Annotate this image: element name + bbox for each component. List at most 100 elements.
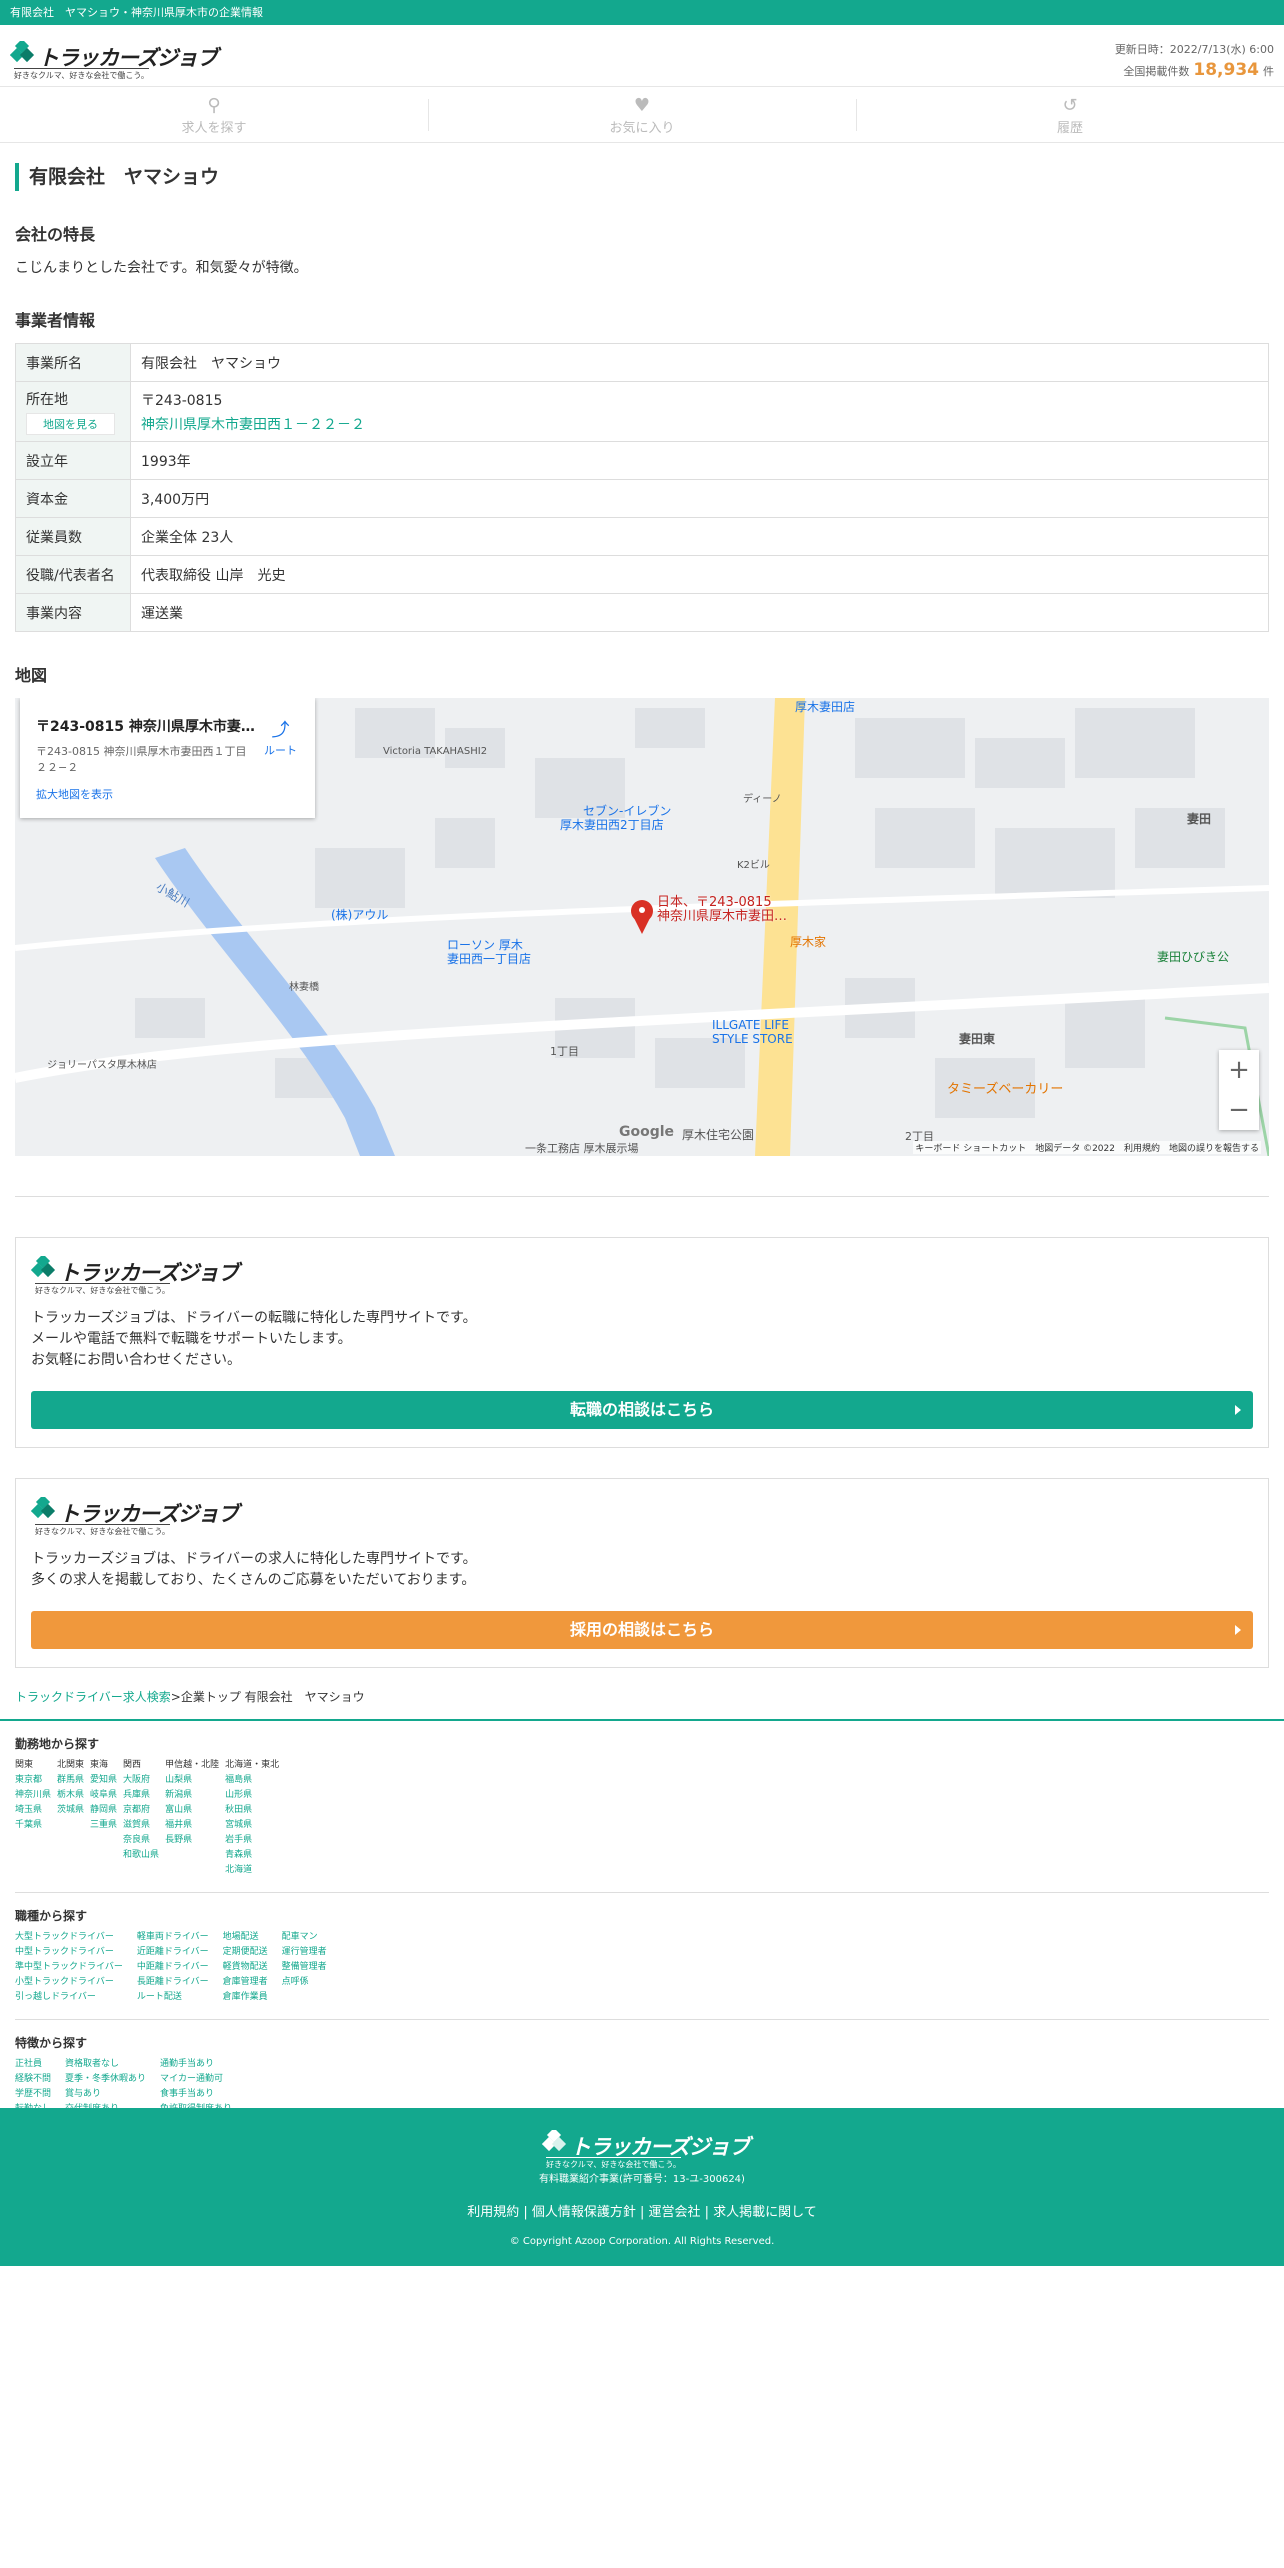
- breadcrumb: トラックドライバー求人検索>企業トップ 有限会社 ヤマショウ: [15, 1688, 1269, 1705]
- jobtype-link[interactable]: 中型トラックドライバー: [15, 1945, 123, 1960]
- feature-link[interactable]: 学歴不問: [15, 2087, 51, 2102]
- row-label: 設立年: [15, 441, 131, 480]
- area-link[interactable]: 和歌山県: [123, 1848, 159, 1863]
- enlarge-map-link[interactable]: 拡大地図を表示: [36, 786, 299, 802]
- jobtype-link[interactable]: 倉庫作業員: [223, 1990, 268, 2005]
- feature-link[interactable]: 夏季・冬季休暇あり: [65, 2072, 146, 2087]
- hiring-consult-button[interactable]: 採用の相談はこちら: [31, 1611, 1253, 1649]
- promo-line: メールや電話で無料で転職をサポートいたします。: [31, 1331, 352, 1347]
- area-link[interactable]: 岐阜県: [90, 1788, 117, 1803]
- jobtype-link[interactable]: 小型トラックドライバー: [15, 1975, 123, 1990]
- area-link[interactable]: 神奈川県: [15, 1788, 51, 1803]
- area-link[interactable]: 埼玉県: [15, 1803, 51, 1818]
- jobtype-link[interactable]: 整備管理者: [282, 1960, 327, 1975]
- directions-icon: ⤴: [271, 720, 290, 741]
- area-link[interactable]: 京都府: [123, 1803, 159, 1818]
- area-link[interactable]: 静岡県: [90, 1803, 117, 1818]
- area-link[interactable]: 福島県: [225, 1773, 279, 1788]
- nav-favorite-label: お気に入り: [609, 121, 675, 136]
- area-link[interactable]: 三重県: [90, 1818, 117, 1833]
- area-link[interactable]: 宮城県: [225, 1818, 279, 1833]
- area-link[interactable]: 兵庫県: [123, 1788, 159, 1803]
- info-heading: 事業者情報: [15, 311, 96, 330]
- feature-link[interactable]: 食事手当あり: [160, 2087, 232, 2102]
- jobtype-link[interactable]: 大型トラックドライバー: [15, 1930, 123, 1945]
- jobtype-link[interactable]: 倉庫管理者: [223, 1975, 268, 1990]
- feature-link[interactable]: 経験不問: [15, 2072, 51, 2087]
- area-link[interactable]: 茨城県: [57, 1803, 84, 1818]
- area-link[interactable]: 岩手県: [225, 1833, 279, 1848]
- feature-link[interactable]: 賞与あり: [65, 2087, 146, 2102]
- area-link[interactable]: 山形県: [225, 1788, 279, 1803]
- jobtype-link[interactable]: 点呼係: [282, 1975, 327, 1990]
- promo-line: トラッカーズジョブは、ドライバーの求人に特化した専門サイトです。: [31, 1551, 477, 1567]
- jobtype-link[interactable]: 近距離ドライバー: [137, 1945, 209, 1960]
- breadcrumb-home[interactable]: トラックドライバー求人検索: [15, 1690, 171, 1704]
- feature-link[interactable]: マイカー通勤可: [160, 2072, 232, 2087]
- jobtype-link[interactable]: 地場配送: [223, 1930, 268, 1945]
- area-link[interactable]: 千葉県: [15, 1818, 51, 1833]
- area-link[interactable]: 長野県: [165, 1833, 219, 1848]
- feature-link[interactable]: 資格取者なし: [65, 2057, 146, 2072]
- map-attribution[interactable]: キーボード ショートカット 地図データ ©2022 利用規約 地図の誤りを報告す…: [913, 1141, 1261, 1154]
- jobtype-link[interactable]: 中距離ドライバー: [137, 1960, 209, 1975]
- map-place: ディーノ: [743, 794, 782, 805]
- area-link[interactable]: 大阪府: [123, 1773, 159, 1788]
- jobtype-column: 配車マン 運行管理者 整備管理者 点呼係: [282, 1930, 327, 2005]
- main-nav: ⚲ 求人を探す ♥ お気に入り ↺ 履歴: [0, 87, 1284, 143]
- area-link[interactable]: 新潟県: [165, 1788, 219, 1803]
- map-card-address: 〒243-0815 神奈川県厚木市妻田西１丁目２２−２: [36, 745, 247, 774]
- jobtype-link[interactable]: 長距離ドライバー: [137, 1975, 209, 1990]
- area-link[interactable]: 青森県: [225, 1848, 279, 1863]
- area-link[interactable]: 奈良県: [123, 1833, 159, 1848]
- jobtype-link[interactable]: 軽貨物配送: [223, 1960, 268, 1975]
- route-button[interactable]: ⤴ ルート: [264, 716, 297, 758]
- area-link[interactable]: 滋賀県: [123, 1818, 159, 1833]
- zoom-out-button[interactable]: −: [1219, 1090, 1259, 1130]
- feature-link[interactable]: 通勤手当あり: [160, 2057, 232, 2072]
- area-link[interactable]: 富山県: [165, 1803, 219, 1818]
- divider: [15, 2019, 1269, 2020]
- jobtype-link[interactable]: 準中型トラックドライバー: [15, 1960, 123, 1975]
- nav-favorite[interactable]: ♥ お気に入り: [428, 87, 856, 142]
- jobtype-link[interactable]: 軽車両ドライバー: [137, 1930, 209, 1945]
- area-link[interactable]: 東京都: [15, 1773, 51, 1788]
- company-name: 有限会社 ヤマショウ: [15, 163, 1269, 191]
- jobtype-link[interactable]: 運行管理者: [282, 1945, 327, 1960]
- company-info-table: 事業所名 有限会社 ヤマショウ 所在地 地図を見る 〒243-0815 神奈川県厚木市妻…: [15, 343, 1269, 632]
- jobtype-link[interactable]: 引っ越しドライバー: [15, 1990, 123, 2005]
- jobtype-link[interactable]: ルート配送: [137, 1990, 209, 2005]
- view-map-button[interactable]: 地図を見る: [26, 412, 115, 435]
- jobtype-link[interactable]: 定期便配送: [223, 1945, 268, 1960]
- promo-text: トラッカーズジョブは、ドライバーの転職に特化した専門サイトです。 メールや電話で無…: [31, 1308, 1253, 1371]
- feature-link[interactable]: 正社員: [15, 2057, 51, 2072]
- footer-links[interactable]: 利用規約 | 個人情報保護方針 | 運営会社 | 求人掲載に関して: [0, 2201, 1284, 2220]
- area-link[interactable]: 秋田県: [225, 1803, 279, 1818]
- jobtype-link[interactable]: 配車マン: [282, 1930, 327, 1945]
- career-consult-button[interactable]: 転職の相談はこちら: [31, 1391, 1253, 1429]
- area-link[interactable]: 山梨県: [165, 1773, 219, 1788]
- row-label: 事業内容: [15, 593, 131, 632]
- address-link[interactable]: 神奈川県厚木市妻田西１－２２－２: [141, 414, 1258, 434]
- embedded-map[interactable]: 〒243-0815 神奈川県厚木市妻… 〒243-0815 神奈川県厚木市妻田西…: [15, 698, 1269, 1156]
- area-column: 甲信越・北陸 山梨県 新潟県 富山県 福井県 長野県: [165, 1758, 219, 1878]
- nav-search-label: 求人を探す: [181, 121, 247, 136]
- area-link[interactable]: 北海道: [225, 1863, 279, 1878]
- breadcrumb-current: >企業トップ 有限会社 ヤマショウ: [170, 1690, 365, 1704]
- area-link[interactable]: 群馬県: [57, 1773, 84, 1788]
- region-heading: 関東: [15, 1760, 34, 1770]
- section-divider: [0, 1719, 1284, 1721]
- area-link[interactable]: 愛知県: [90, 1773, 117, 1788]
- footer-logo[interactable]: トラッカーズジョブ 好きなクルマ、好きな会社で働こう。: [542, 2128, 750, 2169]
- table-row: 資本金 3,400万円: [15, 479, 1269, 518]
- area-link[interactable]: 栃木県: [57, 1788, 84, 1803]
- area-link[interactable]: 福井県: [165, 1818, 219, 1833]
- site-logo[interactable]: トラッカーズジョブ 好きなクルマ、好きな会社で働こう。: [10, 39, 218, 80]
- nav-history[interactable]: ↺ 履歴: [856, 87, 1284, 142]
- promo-line: 多くの求人を掲載しており、たくさんのご応募をいただいております。: [31, 1572, 476, 1588]
- area-column: 関東東京都 神奈川県 埼玉県 千葉県: [15, 1758, 51, 1878]
- nav-search[interactable]: ⚲ 求人を探す: [0, 87, 428, 142]
- map-place: 厚木家: [790, 935, 827, 949]
- feature-text: こじんまりとした会社です。和気愛々が特徴。: [15, 260, 308, 276]
- zoom-in-button[interactable]: +: [1219, 1050, 1259, 1090]
